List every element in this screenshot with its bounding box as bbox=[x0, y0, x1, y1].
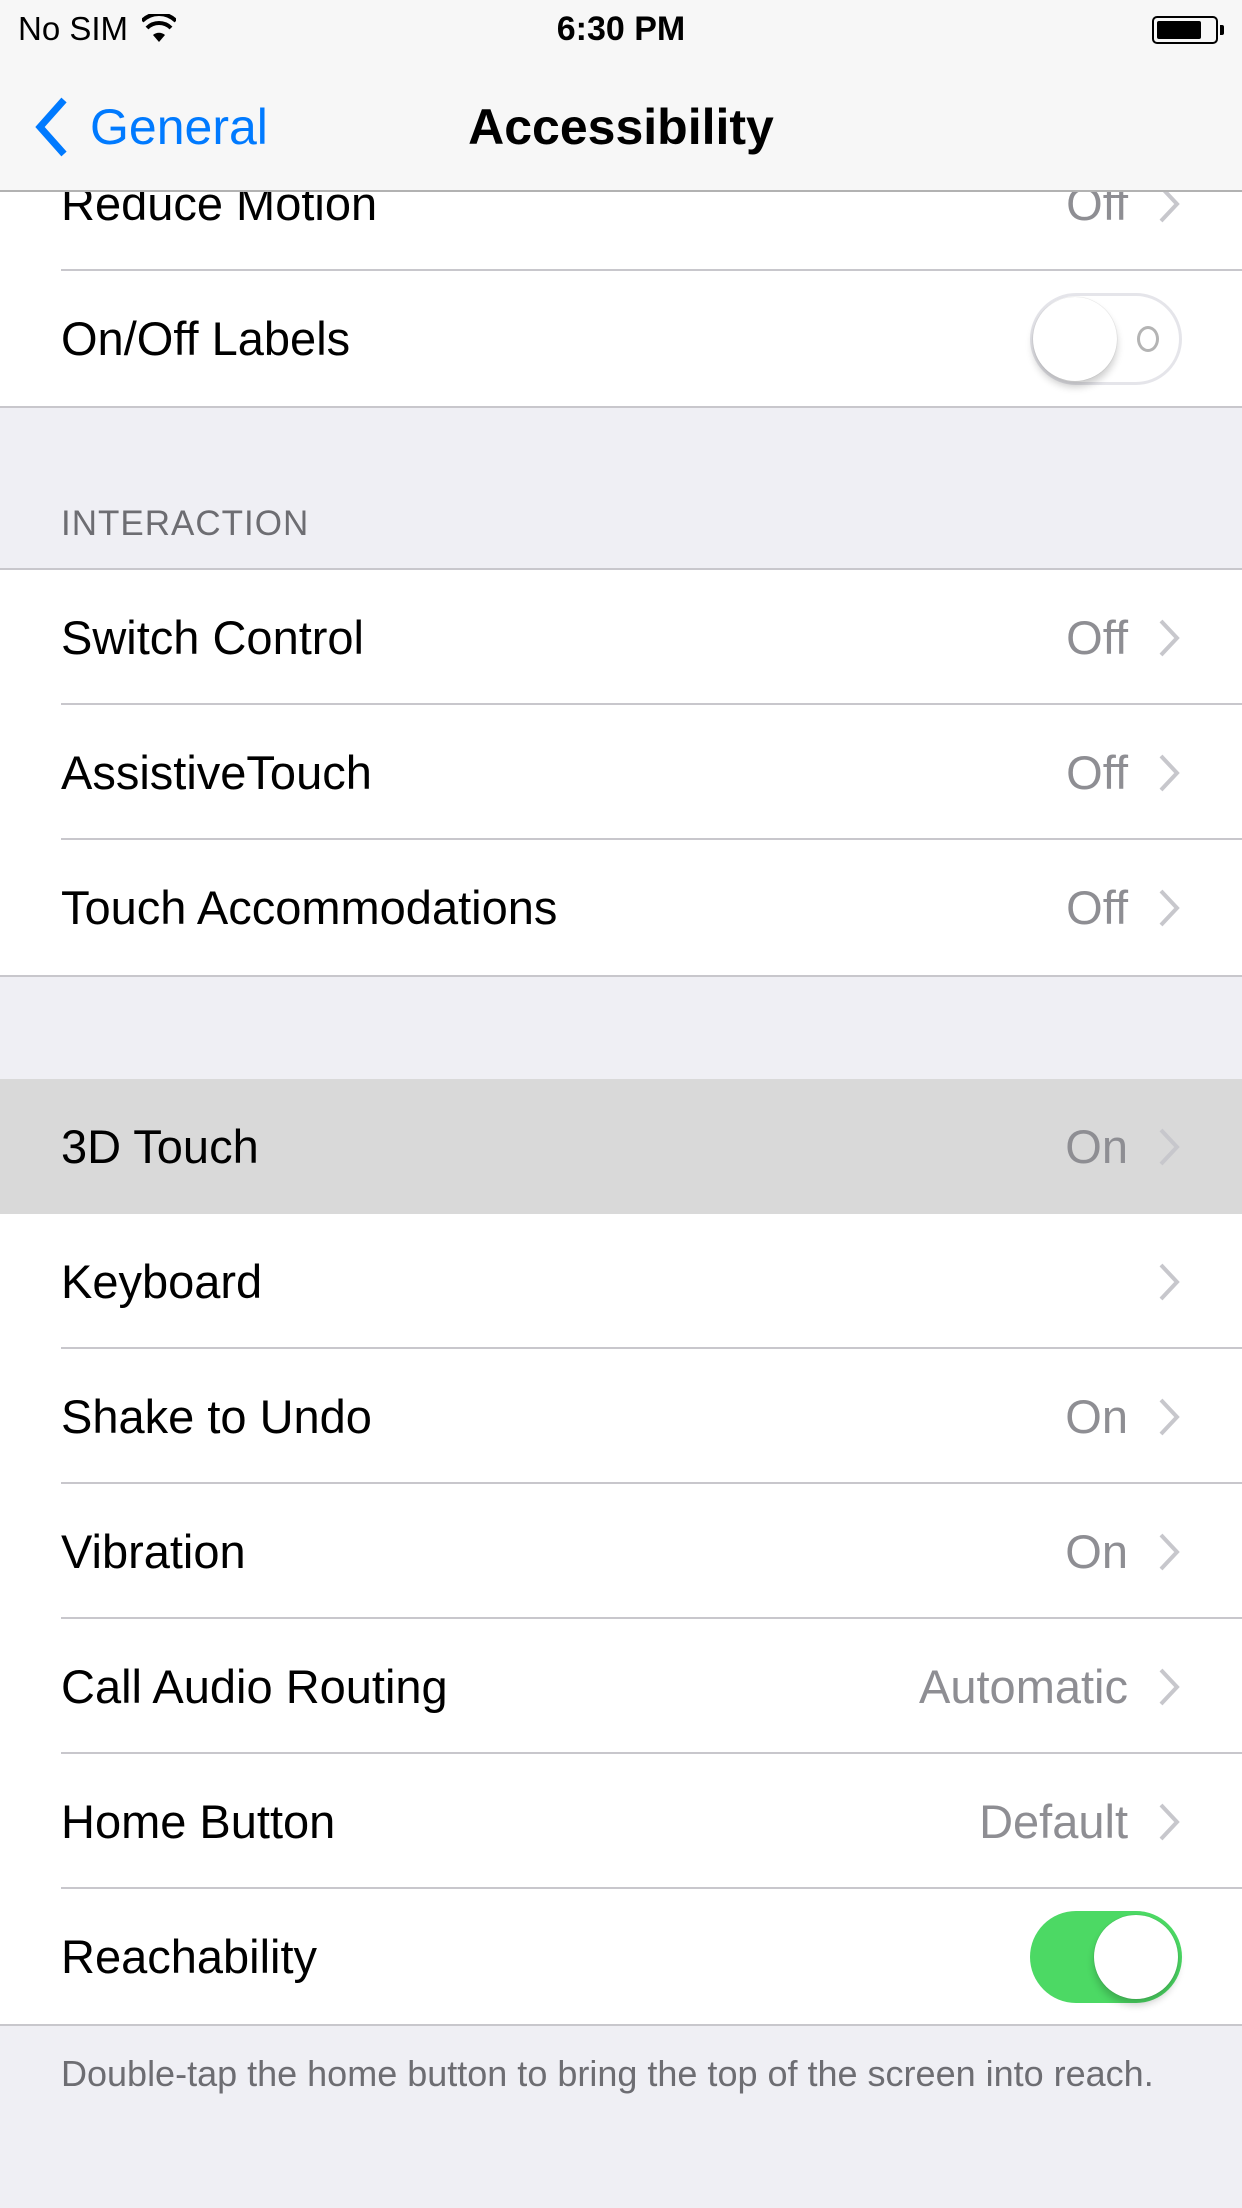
chevron-right-icon bbox=[1159, 1533, 1180, 1570]
on-off-labels-toggle[interactable] bbox=[1030, 292, 1182, 385]
row-on-off-labels: On/Off Labels bbox=[0, 271, 1242, 406]
row-label: On/Off Labels bbox=[61, 312, 351, 365]
page-title: Accessibility bbox=[468, 99, 774, 155]
off-indicator-icon bbox=[1137, 325, 1159, 352]
row-home-button[interactable]: Home Button Default bbox=[0, 1754, 1242, 1889]
row-label: Call Audio Routing bbox=[61, 1660, 448, 1713]
status-bar: No SIM 6:30 PM bbox=[0, 0, 1242, 60]
chevron-right-icon bbox=[1159, 1263, 1180, 1300]
row-value: On bbox=[1065, 1120, 1128, 1173]
toggle-knob bbox=[1033, 296, 1117, 381]
row-label: Reachability bbox=[61, 1930, 318, 1983]
reachability-toggle[interactable] bbox=[1030, 1910, 1182, 2003]
row-label: Touch Accommodations bbox=[61, 881, 558, 934]
row-value: Off bbox=[1066, 746, 1128, 799]
interaction-group: Switch Control Off AssistiveTouch Off To… bbox=[0, 568, 1242, 977]
row-label: AssistiveTouch bbox=[61, 746, 372, 799]
section-header-interaction: INTERACTION bbox=[61, 504, 310, 543]
chevron-right-icon bbox=[1159, 1668, 1180, 1705]
row-keyboard[interactable]: Keyboard bbox=[0, 1214, 1242, 1349]
chevron-right-icon bbox=[1159, 1803, 1180, 1840]
row-3d-touch[interactable]: 3D Touch On bbox=[0, 1079, 1242, 1214]
row-reachability: Reachability bbox=[0, 1889, 1242, 2024]
battery-icon bbox=[1152, 16, 1224, 44]
row-label: Keyboard bbox=[61, 1255, 263, 1308]
navigation-bar: General Accessibility bbox=[0, 60, 1242, 192]
row-value: Off bbox=[1066, 881, 1128, 934]
chevron-right-icon bbox=[1159, 1128, 1180, 1165]
row-label: Vibration bbox=[61, 1525, 246, 1578]
row-label: Switch Control bbox=[61, 611, 364, 664]
chevron-right-icon bbox=[1159, 754, 1180, 791]
touch-group: 3D Touch On Keyboard Shake to Undo On Vi… bbox=[0, 1079, 1242, 2026]
row-label: 3D Touch bbox=[61, 1120, 259, 1173]
row-touch-accommodations[interactable]: Touch Accommodations Off bbox=[0, 840, 1242, 975]
row-label: Shake to Undo bbox=[61, 1390, 372, 1443]
row-value: On bbox=[1065, 1525, 1128, 1578]
row-assistivetouch[interactable]: AssistiveTouch Off bbox=[0, 705, 1242, 840]
row-call-audio-routing[interactable]: Call Audio Routing Automatic bbox=[0, 1619, 1242, 1754]
row-shake-to-undo[interactable]: Shake to Undo On bbox=[0, 1349, 1242, 1484]
row-label: Home Button bbox=[61, 1795, 336, 1848]
row-value: Default bbox=[979, 1795, 1128, 1848]
status-time: 6:30 PM bbox=[556, 10, 686, 48]
toggle-knob bbox=[1094, 1914, 1178, 1999]
reachability-footer-note: Double-tap the home button to bring the … bbox=[61, 2053, 1154, 2094]
row-vibration[interactable]: Vibration On bbox=[0, 1484, 1242, 1619]
row-switch-control[interactable]: Switch Control Off bbox=[0, 570, 1242, 705]
chevron-right-icon bbox=[1159, 889, 1180, 926]
row-value: Automatic bbox=[919, 1660, 1128, 1713]
chevron-right-icon bbox=[1159, 1398, 1180, 1435]
row-value: Off bbox=[1066, 611, 1128, 664]
row-value: On bbox=[1065, 1390, 1128, 1443]
chevron-right-icon bbox=[1159, 619, 1180, 656]
